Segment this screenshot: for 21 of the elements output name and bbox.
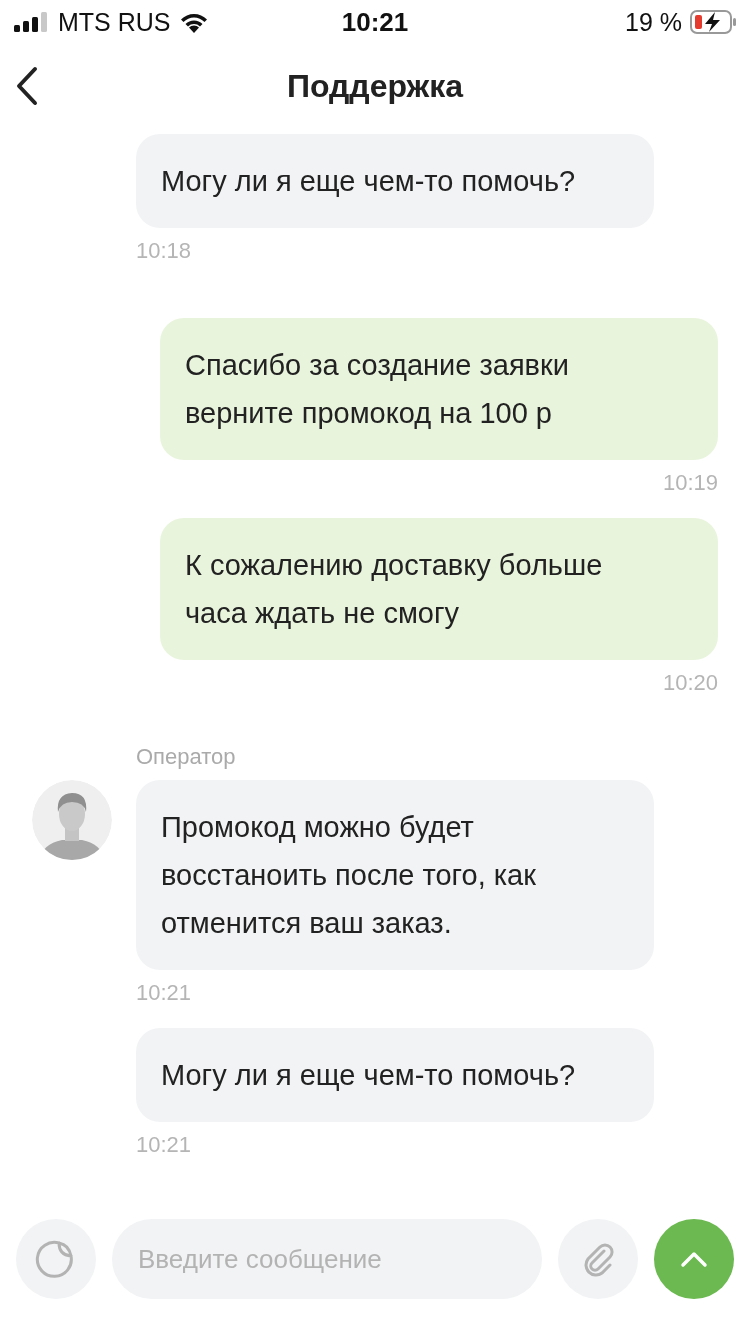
message-time: 10:21 (136, 1132, 192, 1158)
message-bubble: Промокод можно будет восстаноить после того, как отменится ваш заказ. (136, 780, 654, 970)
battery-charging-icon (690, 10, 736, 34)
chevron-up-icon (679, 1249, 709, 1269)
message-input[interactable]: Введите сообщение (112, 1219, 542, 1299)
wifi-icon (178, 11, 209, 33)
message-bubble: Могу ли я еще чем-то помочь? (136, 134, 654, 228)
message-time: 10:19 (662, 470, 718, 496)
message-bubble: Спасибо за создание заявки верните промокод на 100 р (160, 318, 718, 460)
back-button[interactable] (16, 66, 38, 106)
carrier-name: MTS RUS (58, 7, 171, 37)
message-bubble: К сожалению доставку больше часа ждать не смогу (160, 518, 718, 660)
message-time: 10:20 (662, 670, 718, 696)
sender-name: Оператор (136, 744, 236, 770)
screen-title: Поддержка (286, 67, 464, 105)
clock-time: 10:21 (341, 6, 409, 38)
message-bubble: Могу ли я еще чем-то помочь? (136, 1028, 654, 1122)
battery-percent: 19 % (625, 7, 682, 37)
message-time: 10:21 (136, 980, 192, 1006)
signal-icon (14, 12, 50, 32)
message-time: 10:18 (136, 238, 192, 264)
